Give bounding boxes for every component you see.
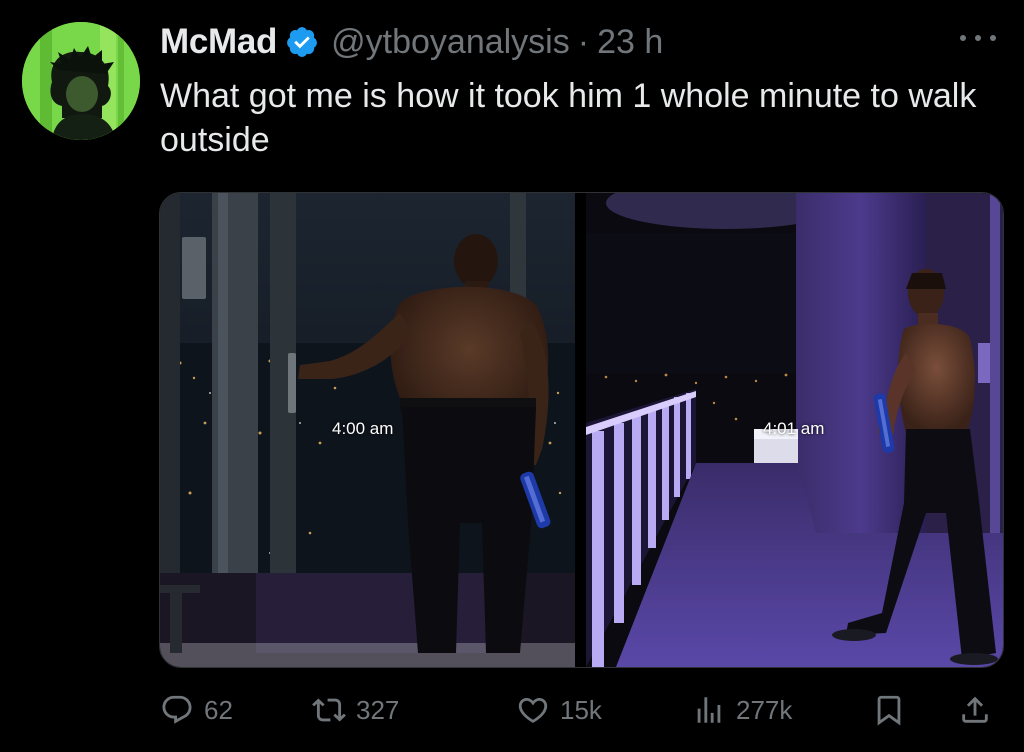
views-icon [697, 697, 721, 723]
bookmark-button[interactable] [872, 688, 906, 732]
media-grid[interactable]: 4:00 am 4:01 am [159, 192, 1004, 668]
like-count: 15k [560, 694, 602, 725]
views-count: 277k [736, 694, 793, 725]
avatar[interactable] [22, 22, 140, 140]
tweet: McMad @ytboyanalysis · 23 h What got me … [0, 0, 1024, 752]
author-name[interactable]: McMad [160, 22, 277, 62]
tweet-header: McMad @ytboyanalysis · 23 h [160, 20, 663, 64]
retweet-button[interactable]: 327 [312, 688, 399, 732]
more-icon[interactable] [960, 28, 996, 48]
views-button[interactable]: 277k [692, 688, 792, 732]
media-image-right[interactable]: 4:01 am [586, 193, 1003, 667]
header-separator: · [577, 22, 590, 61]
share-button[interactable] [958, 688, 992, 732]
heart-icon [518, 697, 548, 723]
tweet-text: What got me is how it took him 1 whole m… [160, 77, 977, 159]
bookmark-icon [877, 695, 901, 726]
retweet-count: 327 [356, 694, 400, 725]
retweet-icon [312, 698, 346, 722]
media-divider [575, 193, 586, 667]
reply-count: 62 [204, 694, 233, 725]
reply-button[interactable]: 62 [160, 688, 233, 732]
share-icon [962, 696, 988, 723]
media-image-left[interactable]: 4:00 am [160, 193, 575, 667]
reply-icon [162, 695, 192, 724]
author-handle[interactable]: @ytboyanalysis [331, 23, 570, 62]
like-button[interactable]: 15k [516, 688, 602, 732]
tweet-timestamp[interactable]: 23 h [597, 23, 663, 62]
video-caption-right: 4:01 am [763, 419, 825, 438]
verified-badge-icon [287, 27, 317, 57]
avatar-image [22, 22, 140, 140]
video-caption-left: 4:00 am [332, 419, 394, 438]
tweet-actions: 62 327 15k 277k [160, 688, 1006, 732]
